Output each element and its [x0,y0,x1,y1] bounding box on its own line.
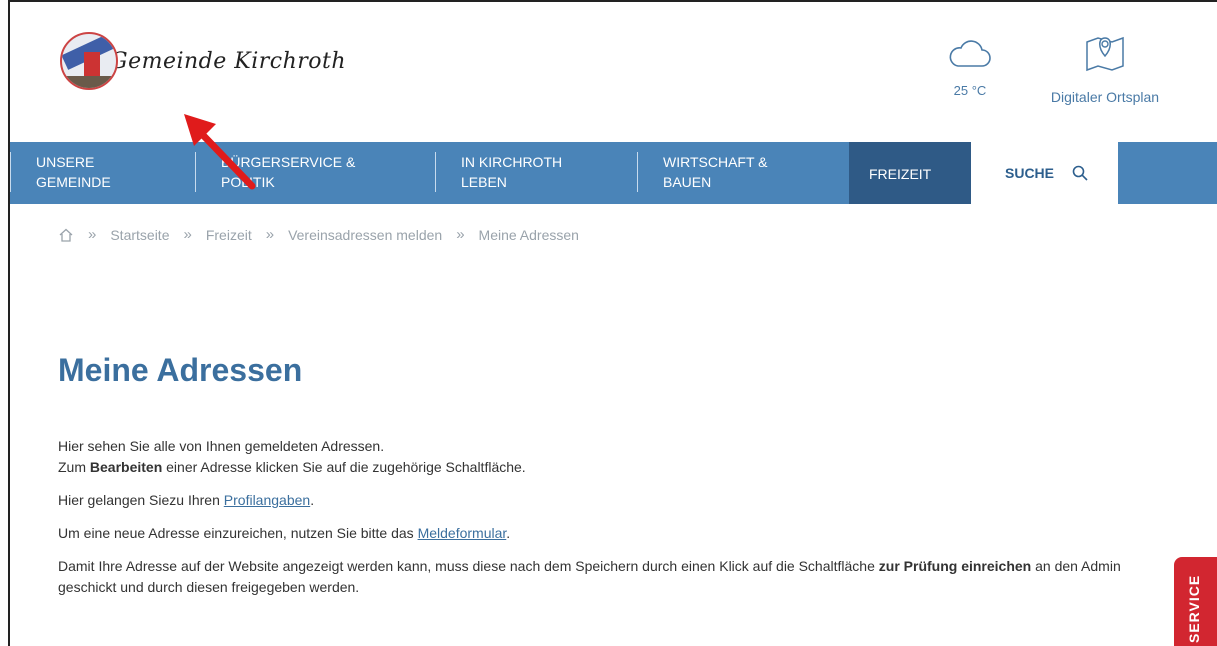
intro-bold: Bearbeiten [89,459,163,475]
review-bold: zur Prüfung einreichen [878,558,1032,574]
breadcrumb-freizeit[interactable]: Freizeit [206,227,252,243]
nav-item-in-kirchroth-leben[interactable]: IN KIRCHROTH LEBEN [435,142,637,204]
intro-paragraph: Hier sehen Sie alle von Ihnen gemeldeten… [58,436,1178,478]
profile-text: Hier gelangen Siezu Ihren [58,492,224,508]
coat-of-arms-icon [60,32,118,90]
breadcrumb: » Startseite » Freizeit » Vereinsadresse… [58,226,579,243]
intro-text: Zum [58,459,90,475]
breadcrumb-separator: » [183,226,192,243]
nav-label-line2: GEMEINDE [36,174,111,190]
nav-label-line1: UNSERE [36,154,95,170]
temperature-label: 25 °C [953,83,987,98]
search-icon [1072,165,1088,181]
nav-item-freizeit[interactable]: FREIZEIT [849,142,971,204]
page-title: Meine Adressen [58,352,303,388]
form-paragraph: Um eine neue Adresse einzureichen, nutze… [58,523,1178,544]
logo-text: Gemeinde Kirchroth [110,48,347,74]
service-tab-label: SERVICE [1186,574,1202,643]
browser-viewport: Gemeinde Kirchroth 25 °C Digitaler Ortsp… [8,0,1217,646]
form-text-end: . [506,525,511,541]
page-content: Hier sehen Sie alle von Ihnen gemeldeten… [58,436,1178,610]
nav-item-unsere-gemeinde[interactable]: UNSERE GEMEINDE [10,142,195,204]
breadcrumb-current: Meine Adressen [478,226,579,243]
review-text: Damit Ihre Adresse auf der Website angez… [58,558,879,574]
breadcrumb-separator: » [265,226,275,243]
weather-widget[interactable]: 25 °C [940,38,1000,98]
digital-map-link[interactable]: Digitaler Ortsplan [1030,30,1180,105]
breadcrumb-separator: » [88,226,97,243]
map-pin-icon [1086,36,1124,72]
profile-link[interactable]: Profilangaben [224,492,310,508]
digital-map-label: Digitaler Ortsplan [1050,89,1160,105]
breadcrumb-startseite[interactable]: Startseite [110,227,169,243]
form-text: Um eine neue Adresse einzureichen, nutze… [58,525,418,541]
review-paragraph: Damit Ihre Adresse auf der Website angez… [58,556,1178,598]
breadcrumb-vereinsadressen[interactable]: Vereinsadressen melden [288,227,442,243]
profile-paragraph: Hier gelangen Siezu Ihren Profilangaben. [58,490,1178,511]
site-logo[interactable]: Gemeinde Kirchroth [60,32,346,90]
intro-line-1: Hier sehen Sie alle von Ihnen gemeldeten… [58,438,385,454]
nav-label-line1: WIRTSCHAFT & [663,154,768,170]
nav-item-wirtschaft-bauen[interactable]: WIRTSCHAFT & BAUEN [637,142,849,204]
nav-label-line1: IN KIRCHROTH [461,154,563,170]
report-form-link[interactable]: Meldeformular [418,525,507,541]
breadcrumb-separator: » [456,226,465,243]
profile-text-end: . [310,492,315,508]
nav-label-line2: BAUEN [663,174,712,190]
nav-label-line2: LEBEN [461,174,507,190]
search-button[interactable]: SUCHE [971,142,1119,204]
home-icon[interactable] [58,227,74,243]
search-label: SUCHE [1005,165,1055,181]
red-arrow-annotation [184,114,256,190]
intro-text: einer Adresse klicken Sie auf die zugehö… [162,459,526,475]
cloud-icon [949,40,991,67]
service-tab[interactable]: SERVICE [1174,557,1217,646]
